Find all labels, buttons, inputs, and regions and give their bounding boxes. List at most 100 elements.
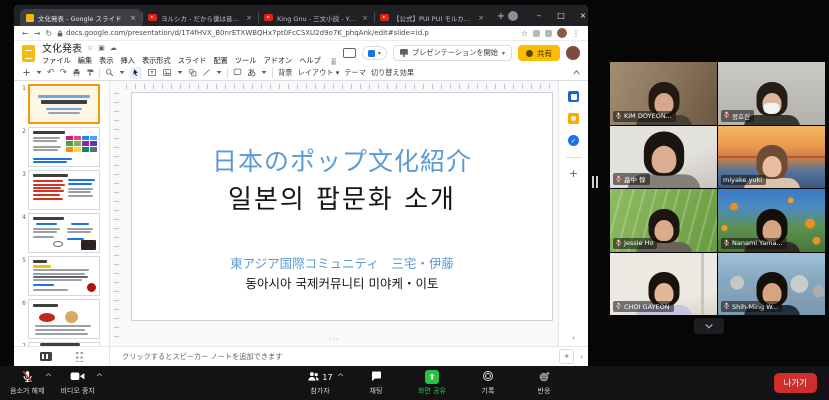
shape-icon[interactable] [188, 67, 197, 79]
reload-icon[interactable]: ↻ [45, 29, 52, 38]
present-to-meeting-button[interactable]: ▾ [362, 46, 387, 60]
insert-image-icon[interactable] [162, 67, 172, 79]
tasks-icon[interactable]: ✓ [568, 135, 579, 146]
caret-up-icon[interactable] [45, 371, 52, 379]
forward-icon[interactable]: → [34, 29, 41, 38]
panel-resize-handle[interactable] [592, 176, 598, 188]
participants-button[interactable]: 17 참가자 [300, 366, 340, 400]
participant-video-tile[interactable]: miyake yuki [718, 126, 825, 189]
current-slide[interactable]: 日本のポップ文化紹介 일본의 팝문화 소개 東アジア国際コミュニティ 三宅・伊藤… [131, 92, 553, 321]
start-presentation-button[interactable]: プレゼンテーションを開始▾ [393, 45, 512, 61]
participant-video-tile[interactable]: CHOI GAYEON [610, 253, 717, 316]
caret-up-icon[interactable] [337, 371, 344, 379]
account-avatar[interactable] [566, 46, 580, 60]
caret-down-icon[interactable] [177, 67, 183, 79]
toolbar-text-button[interactable]: 背景 [278, 68, 292, 78]
participant-video-tile[interactable]: KIM DOYEON... [610, 62, 717, 125]
slide-thumbnail[interactable]: 7 [16, 342, 109, 346]
browser-profile-icon[interactable] [508, 11, 518, 21]
caret-down-icon[interactable] [261, 67, 267, 79]
collapse-toolbar-icon[interactable] [573, 67, 580, 79]
browser-tab[interactable]: 【公式】PUI PUI モルカー 第1話 × [374, 9, 490, 26]
zoom-icon[interactable] [105, 67, 114, 79]
keep-icon[interactable] [568, 113, 579, 124]
participant-video-tile[interactable]: Jessie Ho [610, 189, 717, 252]
slide-title-japanese[interactable]: 日本のポップ文化紹介 [132, 142, 552, 178]
text-box-icon[interactable] [147, 67, 157, 79]
caret-up-icon[interactable] [96, 371, 103, 379]
close-tab-icon[interactable]: × [246, 14, 252, 22]
browser-tab[interactable]: 文化発表 - Google スライド × [20, 9, 142, 26]
toolbar-text-button[interactable]: テーマ [344, 68, 366, 78]
add-addon-icon[interactable]: + [569, 169, 578, 179]
speaker-notes-placeholder[interactable]: クリックするとスピーカー ノートを追加できます [110, 352, 559, 362]
participant-name-label: 畠中 惇 [613, 173, 650, 185]
calendar-icon[interactable] [568, 91, 579, 102]
slideshow-icon[interactable] [343, 48, 356, 58]
notes-resize-handle[interactable]: ··· [329, 335, 340, 344]
document-title[interactable]: 文化発表 [42, 40, 82, 55]
close-tab-icon[interactable]: × [478, 14, 484, 22]
participant-video-tile[interactable]: 畠中 惇 [610, 126, 717, 189]
redo-icon[interactable]: ↷ [60, 67, 68, 79]
maximize-button[interactable]: □ [550, 5, 572, 26]
extension-icon[interactable] [533, 30, 540, 37]
caret-down-icon[interactable] [36, 67, 42, 79]
slide-thumbnail[interactable]: 4 [16, 213, 109, 253]
star-document-icon[interactable]: ☆ [87, 44, 93, 52]
mic-button[interactable]: 음소거 해제 [6, 366, 48, 400]
toolbar-text-button[interactable]: 切り替え効果 [371, 68, 414, 78]
share-button[interactable]: 共有 [518, 45, 560, 61]
slide-thumbnail[interactable]: 2 [16, 127, 109, 167]
participant-video-tile[interactable]: Shih-Ming W... [718, 253, 825, 316]
new-tab-button[interactable]: + [494, 10, 508, 24]
bookmark-star-icon[interactable]: ☆ [521, 29, 528, 38]
reactions-button[interactable]: 반응 [524, 366, 564, 400]
slide-thumbnail[interactable]: 1 [16, 84, 109, 124]
toolbar-text-button[interactable]: レイアウト ▾ [298, 68, 340, 78]
slide-subtitle-korean[interactable]: 동아시아 국제커뮤니티 미야케・이토 [132, 273, 552, 292]
video-button[interactable]: 비디오 중지 [56, 366, 98, 400]
back-icon[interactable]: ← [22, 29, 29, 38]
grid-view-icon[interactable] [74, 352, 84, 362]
line-icon[interactable] [202, 67, 211, 79]
address-bar[interactable]: docs.google.com/presentation/d/1T4fHVX_B… [57, 29, 516, 37]
slide-number: 1 [16, 84, 26, 92]
hide-side-panel-icon[interactable]: › [572, 334, 575, 342]
participant-video-tile[interactable]: 정호진 [718, 62, 825, 125]
browser-menu-icon[interactable]: ⋮ [572, 29, 580, 38]
slide-thumbnail[interactable]: 5 [16, 256, 109, 296]
chat-button[interactable]: 채팅 [356, 366, 396, 400]
collapse-videos-button[interactable] [694, 318, 724, 334]
browser-avatar[interactable] [557, 28, 567, 38]
text-style-icon[interactable]: あ [247, 67, 256, 79]
comment-icon[interactable] [233, 67, 242, 79]
close-button[interactable]: × [572, 5, 588, 26]
share-button[interactable]: 화면 공유 [412, 366, 452, 400]
filmstrip-view-icon[interactable] [40, 352, 52, 361]
participant-video-tile[interactable]: Nanami Yama... [718, 189, 825, 252]
browser-tab[interactable]: ヨルシカ - だから僕は音楽を辞めた × [142, 9, 258, 26]
slide-subtitle-japanese[interactable]: 東アジア国際コミュニティ 三宅・伊藤 [132, 253, 552, 272]
leave-meeting-button[interactable]: 나가기 [774, 373, 817, 393]
paint-format-icon[interactable] [86, 67, 94, 79]
minimize-button[interactable]: – [528, 5, 550, 26]
browser-tab[interactable]: King Gnu - 三文小説 - YouTube × [258, 9, 374, 26]
print-icon[interactable] [72, 67, 81, 79]
caret-down-icon[interactable] [119, 67, 125, 79]
record-button[interactable]: 기록 [468, 366, 508, 400]
expand-icon[interactable]: › [580, 353, 583, 361]
close-tab-icon[interactable]: × [362, 14, 368, 22]
google-slides-logo[interactable] [22, 45, 35, 62]
slide-title-korean[interactable]: 일본의 팝문화 소개 [132, 179, 552, 216]
extension-icon[interactable] [545, 30, 552, 37]
slide-thumbnail[interactable]: 6 [16, 299, 109, 339]
slide-thumbnail[interactable]: 3 [16, 170, 109, 210]
explore-button[interactable]: ✦ [559, 349, 574, 364]
close-tab-icon[interactable]: × [130, 14, 136, 22]
select-cursor-icon[interactable] [130, 67, 142, 79]
plus-icon[interactable] [22, 67, 31, 79]
undo-icon[interactable]: ↶ [47, 67, 55, 79]
move-folder-icon[interactable]: ▣ [98, 44, 105, 52]
caret-down-icon[interactable] [216, 67, 222, 79]
